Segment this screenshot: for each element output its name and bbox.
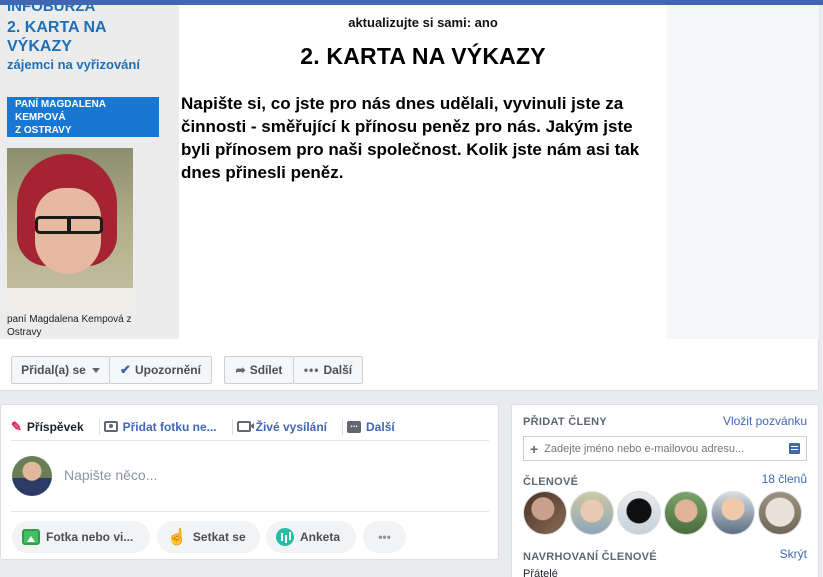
member-avatar[interactable] bbox=[617, 491, 661, 535]
invite-link[interactable]: Vložit pozvánku bbox=[723, 414, 807, 428]
cover-title: 2. KARTA NA VÝKAZY bbox=[300, 43, 546, 69]
photo-video-button[interactable]: Fotka nebo vi... bbox=[12, 521, 150, 553]
add-member-input[interactable] bbox=[544, 442, 785, 455]
more-dots-icon: ••• bbox=[378, 530, 391, 544]
tab-post[interactable]: ✎ Příspěvek bbox=[11, 417, 100, 437]
waving-hand-icon: ☝ bbox=[167, 529, 187, 546]
more-dots-icon: ••• bbox=[303, 363, 320, 377]
poll-button[interactable]: Anketa bbox=[266, 521, 356, 553]
notifications-button[interactable]: ✔ Upozornění bbox=[109, 356, 212, 384]
members-heading: ČLENOVÉ bbox=[523, 476, 579, 488]
member-avatar[interactable] bbox=[758, 491, 802, 535]
post-composer: ✎ Příspěvek Přidat fotku ne... Živé vysí… bbox=[0, 404, 499, 560]
share-button[interactable]: ➦ Sdílet bbox=[224, 356, 294, 384]
check-icon: ✔ bbox=[120, 362, 131, 377]
tab-more[interactable]: ... Další bbox=[347, 417, 405, 437]
chevron-down-icon bbox=[91, 367, 100, 373]
cover-text-panel: aktualizujte si sami: ano 2. KARTA NA VÝ… bbox=[179, 5, 667, 339]
tab-live-video[interactable]: Živé vysílání bbox=[236, 417, 344, 437]
cover-photo[interactable]: INFOBURZA 2. KARTA NA VÝKAZY zájemci na … bbox=[0, 5, 819, 339]
portrait-photo bbox=[7, 148, 133, 313]
member-avatar[interactable] bbox=[570, 491, 614, 535]
photo-icon bbox=[22, 529, 40, 545]
hide-link[interactable]: Skrýt bbox=[780, 547, 807, 561]
pencil-icon: ✎ bbox=[11, 418, 22, 434]
camera-icon bbox=[103, 421, 118, 432]
add-member-field[interactable]: + bbox=[523, 436, 807, 461]
cover-right-blank bbox=[667, 5, 819, 339]
member-avatar[interactable] bbox=[664, 491, 708, 535]
member-avatar[interactable] bbox=[711, 491, 755, 535]
address-book-icon[interactable] bbox=[789, 443, 800, 454]
meet-button[interactable]: ☝ Setkat se bbox=[157, 521, 260, 553]
composer-divider bbox=[11, 511, 489, 512]
joined-dropdown-button[interactable]: Přidal(a) se bbox=[11, 356, 110, 384]
friends-label: Přátelé bbox=[523, 568, 558, 577]
more-options-button[interactable]: ••• bbox=[363, 521, 406, 553]
group-cover-card: INFOBURZA 2. KARTA NA VÝKAZY zájemci na … bbox=[0, 5, 819, 391]
poll-icon bbox=[276, 528, 294, 546]
members-avatars bbox=[523, 491, 802, 535]
share-icon: ➦ bbox=[235, 363, 246, 377]
cover-left-title: INFOBURZA bbox=[7, 5, 96, 15]
tab-add-photo[interactable]: Přidat fotku ne... bbox=[103, 417, 233, 437]
cover-name-box: PANÍ MAGDALENA KEMPOVÁ Z OSTRAVY bbox=[7, 97, 159, 137]
more-button[interactable]: ••• Další bbox=[293, 356, 363, 384]
cover-body-text: Napište si, co jste pro nás dnes udělali… bbox=[181, 94, 640, 182]
add-members-heading: PŘIDAT ČLENY bbox=[523, 416, 608, 428]
cover-subtitle: aktualizujte si sami: ano bbox=[348, 15, 498, 30]
group-sidebar: PŘIDAT ČLENY Vložit pozvánku + ČLENOVÉ 1… bbox=[511, 404, 819, 577]
more-icon: ... bbox=[347, 419, 362, 433]
user-avatar[interactable] bbox=[12, 456, 52, 496]
members-count-link[interactable]: 18 členů bbox=[762, 472, 807, 486]
cover-left-panel: INFOBURZA 2. KARTA NA VÝKAZY zájemci na … bbox=[0, 5, 179, 339]
cover-left-subtitle: zájemci na vyřizování bbox=[7, 57, 140, 72]
cover-actions: Přidal(a) se ✔ Upozornění ➦ Sdílet ••• D… bbox=[0, 339, 819, 391]
portrait-caption: paní Magdalena Kempová z Ostravy bbox=[7, 314, 132, 338]
member-avatar[interactable] bbox=[523, 491, 567, 535]
plus-icon: + bbox=[530, 440, 539, 457]
post-text-input[interactable]: Napište něco... bbox=[64, 467, 157, 483]
cover-left-heading: 2. KARTA NA VÝKAZY bbox=[7, 19, 107, 55]
video-camera-icon bbox=[236, 421, 254, 432]
composer-tabs: ✎ Příspěvek Přidat fotku ne... Živé vysí… bbox=[11, 413, 489, 441]
suggested-members-heading: NAVRHOVANÍ ČLENOVÉ bbox=[523, 551, 657, 563]
